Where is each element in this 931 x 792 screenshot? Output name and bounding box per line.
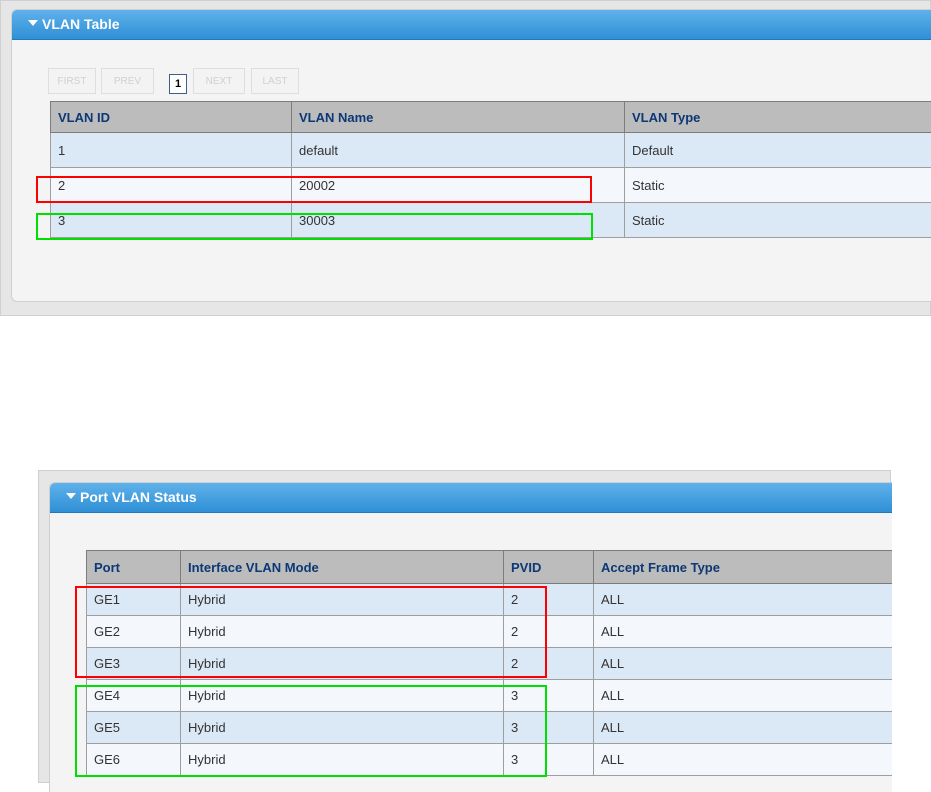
page-1-button[interactable]: 1 [169, 74, 187, 94]
table-row[interactable]: GE3 Hybrid 2 ALL [87, 648, 893, 680]
column-header-vlan-name[interactable]: VLAN Name [292, 102, 625, 133]
collapse-triangle-icon[interactable] [28, 20, 38, 26]
port-cell: GE3 [87, 648, 181, 680]
frame-type-cell: ALL [594, 648, 893, 680]
column-header-vlan-type[interactable]: VLAN Type [625, 102, 931, 133]
frame-type-cell: ALL [594, 680, 893, 712]
mode-cell: Hybrid [181, 584, 504, 616]
vlan-type-cell: Default [625, 133, 931, 168]
table-row[interactable]: GE4 Hybrid 3 ALL [87, 680, 893, 712]
port-cell: GE4 [87, 680, 181, 712]
vlan-type-cell: Static [625, 168, 931, 203]
port-cell: GE2 [87, 616, 181, 648]
mode-cell: Hybrid [181, 616, 504, 648]
vlan-name-cell: 30003 [292, 203, 625, 238]
mode-cell: Hybrid [181, 648, 504, 680]
collapse-triangle-icon[interactable] [66, 493, 76, 499]
vlan-name-cell: default [292, 133, 625, 168]
port-vlan-status-container: Port VLAN Status Port Interface VLAN Mod… [49, 482, 892, 792]
pvid-cell: 2 [504, 616, 594, 648]
vlan-table-panel: VLAN Table FIRST PREV 1 NEXT LAST VLAN I… [0, 0, 931, 316]
port-vlan-status-title: Port VLAN Status [80, 489, 197, 505]
first-page-button[interactable]: FIRST [48, 68, 96, 94]
pvid-cell: 2 [504, 584, 594, 616]
table-header-row: VLAN ID VLAN Name VLAN Type [51, 102, 931, 133]
mode-cell: Hybrid [181, 712, 504, 744]
mode-cell: Hybrid [181, 680, 504, 712]
vlan-table: VLAN ID VLAN Name VLAN Type 1 default De… [50, 101, 931, 238]
vlan-id-cell: 3 [51, 203, 292, 238]
table-row[interactable]: 3 30003 Static [51, 203, 931, 238]
pvid-cell: 3 [504, 680, 594, 712]
column-header-pvid[interactable]: PVID [504, 551, 594, 584]
pvid-cell: 3 [504, 712, 594, 744]
pvid-cell: 3 [504, 744, 594, 776]
vlan-name-cell: 20002 [292, 168, 625, 203]
port-cell: GE6 [87, 744, 181, 776]
table-row[interactable]: GE6 Hybrid 3 ALL [87, 744, 893, 776]
table-header-row: Port Interface VLAN Mode PVID Accept Fra… [87, 551, 893, 584]
vlan-id-cell: 2 [51, 168, 292, 203]
table-row[interactable]: GE5 Hybrid 3 ALL [87, 712, 893, 744]
table-row[interactable]: 2 20002 Static [51, 168, 931, 203]
port-vlan-status-titlebar[interactable]: Port VLAN Status [50, 483, 892, 513]
column-header-interface-vlan-mode[interactable]: Interface VLAN Mode [181, 551, 504, 584]
port-vlan-status-panel: Port VLAN Status Port Interface VLAN Mod… [38, 470, 891, 783]
table-row[interactable]: GE1 Hybrid 2 ALL [87, 584, 893, 616]
vlan-id-cell: 1 [51, 133, 292, 168]
port-cell: GE5 [87, 712, 181, 744]
port-vlan-status-table: Port Interface VLAN Mode PVID Accept Fra… [86, 550, 892, 776]
last-page-button[interactable]: LAST [251, 68, 299, 94]
vlan-table-titlebar[interactable]: VLAN Table [12, 10, 931, 40]
column-header-accept-frame-type[interactable]: Accept Frame Type [594, 551, 893, 584]
vlan-table-container: VLAN Table FIRST PREV 1 NEXT LAST VLAN I… [11, 9, 931, 302]
next-page-button[interactable]: NEXT [193, 68, 245, 94]
prev-page-button[interactable]: PREV [101, 68, 154, 94]
table-row[interactable]: 1 default Default [51, 133, 931, 168]
port-cell: GE1 [87, 584, 181, 616]
pvid-cell: 2 [504, 648, 594, 680]
table-row[interactable]: GE2 Hybrid 2 ALL [87, 616, 893, 648]
frame-type-cell: ALL [594, 584, 893, 616]
column-header-port[interactable]: Port [87, 551, 181, 584]
mode-cell: Hybrid [181, 744, 504, 776]
vlan-type-cell: Static [625, 203, 931, 238]
frame-type-cell: ALL [594, 616, 893, 648]
column-header-vlan-id[interactable]: VLAN ID [51, 102, 292, 133]
frame-type-cell: ALL [594, 712, 893, 744]
frame-type-cell: ALL [594, 744, 893, 776]
vlan-table-title: VLAN Table [42, 16, 120, 32]
